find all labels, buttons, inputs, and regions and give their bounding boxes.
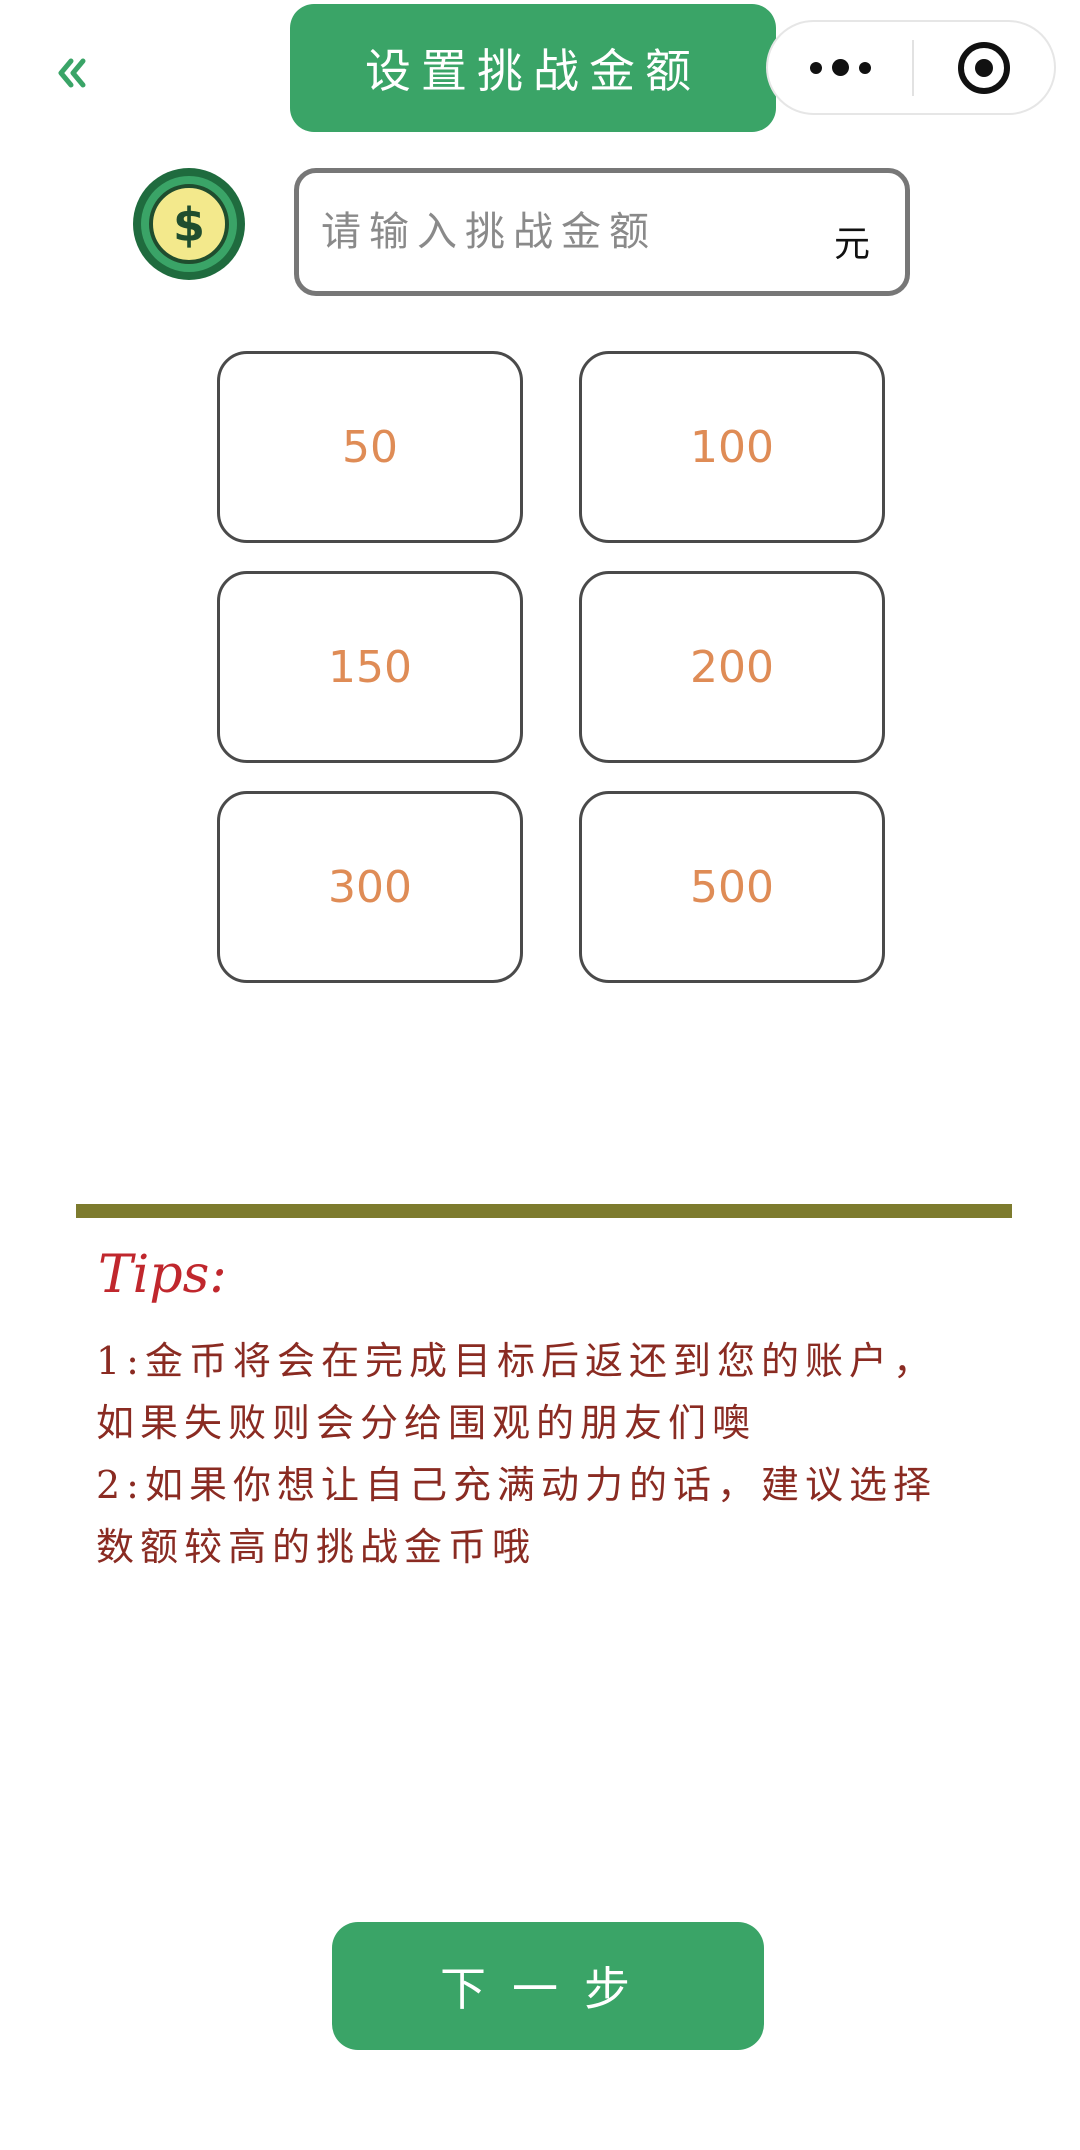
more-button[interactable] [768, 22, 912, 113]
section-divider [76, 1204, 1012, 1218]
svg-text:$: $ [173, 198, 205, 252]
dollar-coin-icon: $ [133, 168, 245, 280]
amount-input[interactable] [321, 195, 791, 269]
more-dot-right [858, 61, 871, 74]
preset-option-50[interactable]: 50 [217, 351, 523, 543]
preset-option-500[interactable]: 500 [579, 791, 885, 983]
next-step-button[interactable]: 下一步 [332, 1922, 764, 2050]
tips-text: 1:金币将会在完成目标后返还到您的账户，如果失败则会分给围观的朋友们噢 2:如果… [96, 1330, 966, 1578]
preset-option-150[interactable]: 150 [217, 571, 523, 763]
preset-option-300[interactable]: 300 [217, 791, 523, 983]
tip-item: 2:如果你想让自己充满动力的话，建议选择数额较高的挑战金币哦 [96, 1463, 937, 1569]
preset-option-100[interactable]: 100 [579, 351, 885, 543]
preset-option-200[interactable]: 200 [579, 571, 885, 763]
double-chevron-left-icon [58, 58, 86, 88]
more-dot-center [831, 59, 849, 76]
more-dots-icon [809, 61, 822, 74]
tip-item: 1:金币将会在完成目标后返还到您的账户，如果失败则会分给围观的朋友们噢 [96, 1339, 937, 1445]
back-button[interactable] [48, 48, 98, 98]
miniprogram-capsule [766, 20, 1056, 115]
page-title: 设置挑战金额 [290, 4, 776, 132]
amount-field: 元 [294, 168, 910, 296]
tips-title: Tips: [98, 1245, 227, 1305]
preset-grid: 50 100 150 200 300 500 [217, 351, 885, 983]
target-icon [958, 41, 1010, 94]
amount-unit: 元 [834, 224, 871, 265]
close-button[interactable] [914, 22, 1054, 113]
page: 设置挑战金额 $ 元 50 100 150 200 300 500 [0, 0, 1080, 2150]
